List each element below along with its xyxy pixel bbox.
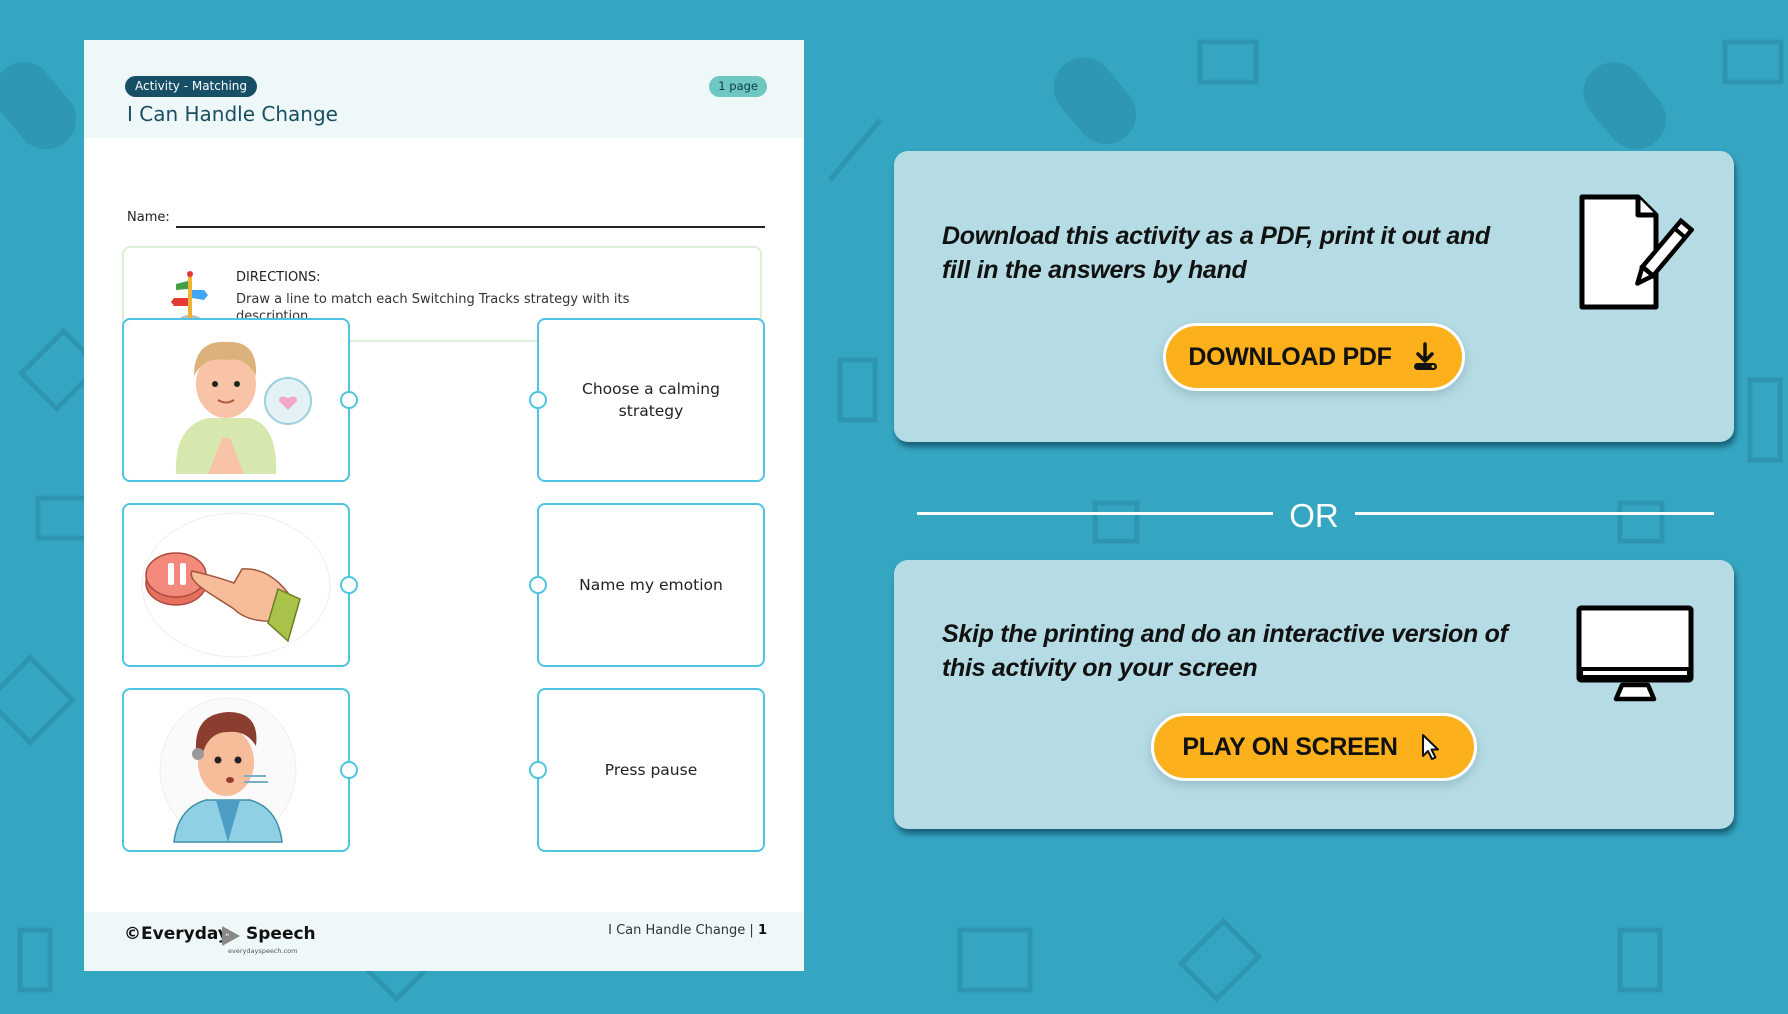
- match-image-card: [122, 688, 358, 852]
- screen-option-text: Skip the printing and do an interactive …: [942, 620, 1508, 682]
- screen-option-card: Skip the printing and do an interactive …: [894, 560, 1734, 829]
- download-icon: [1413, 342, 1437, 370]
- play-on-screen-button[interactable]: PLAY ON SCREEN: [1151, 713, 1477, 781]
- worksheet-header: Activity - Matching 1 page I Can Handle …: [84, 40, 804, 138]
- page-count-badge: 1 page: [709, 76, 767, 97]
- activity-type-badge: Activity - Matching: [125, 76, 258, 97]
- svg-text:“: “: [225, 933, 230, 943]
- footer-page-number: 1: [757, 923, 767, 938]
- name-underline: [176, 226, 765, 228]
- play-on-screen-label: PLAY ON SCREEN: [1182, 732, 1398, 761]
- divider-line: [1355, 512, 1714, 515]
- strategy-label: Name my emotion: [579, 576, 723, 594]
- name-label: Name:: [127, 210, 170, 225]
- monitor-icon: [1576, 605, 1694, 702]
- download-pdf-button[interactable]: DOWNLOAD PDF: [1163, 323, 1465, 391]
- match-text-card: Choose a calming strategy: [529, 318, 765, 482]
- logo-speech: Speech: [246, 924, 316, 944]
- logo-copyright: ©Everyday: [124, 924, 229, 944]
- or-label: OR: [1289, 497, 1339, 534]
- print-option-text: Download this activity as a PDF, print i…: [942, 222, 1490, 284]
- connector-dot[interactable]: [340, 390, 358, 409]
- download-pdf-label: DOWNLOAD PDF: [1188, 342, 1392, 371]
- strategy-label: Press pause: [604, 761, 698, 779]
- footer-doc-title: I Can Handle Change: [608, 923, 746, 938]
- or-divider: OR: [917, 497, 1714, 534]
- boy-breathing-out-illustration: [159, 697, 297, 843]
- logo-url: everydayspeech.com: [228, 947, 298, 955]
- directions-title: DIRECTIONS:: [236, 270, 321, 285]
- footer-page-info: I Can Handle Change | 1: [608, 923, 767, 938]
- worksheet-footer: ©Everyday “ Speech everydayspeech.com I …: [84, 912, 804, 971]
- child-hands-on-heart-illustration: [175, 341, 312, 474]
- print-option-card: Download this activity as a PDF, print i…: [894, 151, 1734, 442]
- worksheet-preview: Activity - Matching 1 page I Can Handle …: [84, 40, 804, 971]
- strategy-label: Choose a calming strategy: [582, 380, 720, 420]
- footer-separator: |: [749, 923, 754, 938]
- match-text-card: Name my emotion: [529, 503, 765, 667]
- play-quote-icon: “: [222, 926, 240, 946]
- pointer-cursor-icon: [1421, 734, 1439, 760]
- document-pencil-icon: [1579, 194, 1694, 310]
- match-text-card: Press pause: [529, 688, 765, 852]
- worksheet-title: I Can Handle Change: [127, 102, 338, 126]
- divider-line: [917, 512, 1273, 515]
- match-image-card: [122, 318, 358, 482]
- connector-dot[interactable]: [340, 760, 358, 779]
- finger-pressing-pause-button-illustration: [141, 512, 331, 658]
- connector-dot[interactable]: [340, 575, 358, 594]
- match-image-card: [122, 503, 358, 667]
